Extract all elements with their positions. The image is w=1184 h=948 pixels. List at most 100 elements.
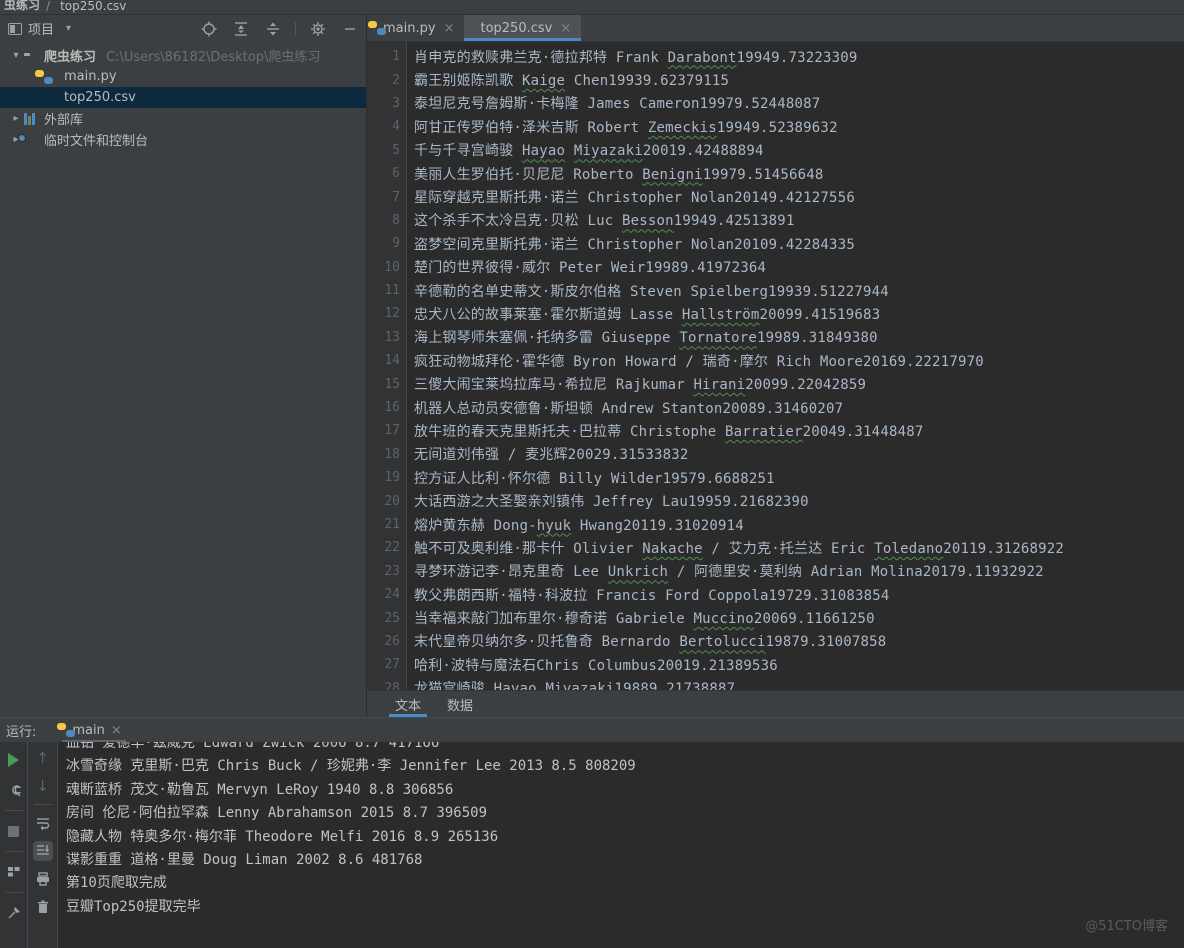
locate-file-icon[interactable]	[199, 19, 219, 39]
csv-line-text: 三傻大闹宝莱坞拉库马·希拉尼 Rajkumar Hirani20099.2204…	[414, 377, 867, 394]
csv-row[interactable]: 26 末代皇帝贝纳尔多·贝托鲁奇 Bernardo Bertolucci1987…	[367, 630, 1184, 653]
run-tab-main[interactable]: main ×	[57, 718, 127, 742]
csv-row[interactable]: 10 楚门的世界彼得·威尔 Peter Weir19989.41972364	[367, 256, 1184, 279]
csv-row[interactable]: 12 忠犬八公的故事莱塞·霍尔斯道姆 Lasse Hallström20099.…	[367, 302, 1184, 325]
close-icon[interactable]: ×	[560, 21, 571, 36]
csv-line-text: 机器人总动员安德鲁·斯坦顿 Andrew Stanton20089.314602…	[414, 400, 844, 417]
csv-row[interactable]: 2 霸王别姬陈凯歌 Kaige Chen19939.62379115	[367, 68, 1184, 91]
line-number: 27	[384, 657, 400, 673]
csv-row[interactable]: 27 哈利·波特与魔法石Chris Columbus20019.21389536	[367, 653, 1184, 676]
line-number: 12	[384, 306, 400, 322]
tab-top250-csv[interactable]: top250.csv ×	[464, 15, 582, 41]
restore-layout-icon[interactable]	[4, 862, 24, 882]
run-tab-label: main	[72, 722, 105, 738]
tab-data-view[interactable]: 数据	[447, 691, 473, 717]
project-tree-item[interactable]: top250.csv	[0, 87, 366, 108]
rerun-button[interactable]	[4, 750, 24, 770]
line-number: 13	[384, 329, 400, 345]
csv-row[interactable]: 16 机器人总动员安德鲁·斯坦顿 Andrew Stanton20089.314…	[367, 396, 1184, 419]
expand-all-icon[interactable]	[231, 19, 251, 39]
line-number: 6	[392, 166, 400, 182]
csv-row[interactable]: 15 三傻大闹宝莱坞拉库马·希拉尼 Rajkumar Hirani20099.2…	[367, 372, 1184, 395]
csv-row[interactable]: 18 无间道刘伟强 / 麦兆辉20029.31533832	[367, 443, 1184, 466]
csv-line-text: 霸王别姬陈凯歌 Kaige Chen19939.62379115	[414, 73, 730, 90]
csv-row[interactable]: 4 阿甘正传罗伯特·泽米吉斯 Robert Zemeckis19949.5238…	[367, 115, 1184, 138]
csv-line-text: 末代皇帝贝纳尔多·贝托鲁奇 Bernardo Bertolucci19879.3…	[414, 634, 887, 651]
next-occurrence-icon[interactable]: ↓	[33, 776, 53, 796]
chevron-down-icon: ▾	[66, 23, 72, 34]
csv-row[interactable]: 28 龙猫宫崎骏 Hayao Miyazaki19889.21738887	[367, 677, 1184, 690]
clear-console-icon[interactable]	[33, 897, 53, 917]
project-tool-window: 项目 ▾ ▾ 爬虫练习 C:\Users\86182\Desktop\爬虫练习 …	[0, 15, 367, 717]
console-line: 隐藏人物 特奥多尔·梅尔菲 Theodore Melfi 2016 8.9 26…	[66, 828, 499, 845]
csv-row[interactable]: 9 盗梦空间克里斯托弗·诺兰 Christopher Nolan20109.42…	[367, 232, 1184, 255]
prev-occurrence-icon[interactable]: ↑	[33, 748, 53, 768]
csv-lines: 1 肖申克的救赎弗兰克·德拉邦特 Frank Darabont19949.732…	[367, 42, 1184, 690]
tab-main-py[interactable]: main.py ×	[367, 15, 464, 41]
csv-row[interactable]: 19 控方证人比利·怀尔德 Billy Wilder19579.6688251	[367, 466, 1184, 489]
run-console-output[interactable]: 血钻 爱德华·兹威克 Edward Zwick 2006 8.7 417166 冰…	[58, 742, 1184, 948]
csv-row[interactable]: 23 寻梦环游记李·昂克里奇 Lee Unkrich / 阿德里安·莫利纳 Ad…	[367, 560, 1184, 583]
stop-button[interactable]	[4, 821, 24, 841]
tree-item-label: 外部库	[44, 113, 84, 128]
tab-text-view[interactable]: 文本	[388, 691, 428, 717]
project-tree-item[interactable]: ▸ 外部库	[0, 108, 366, 129]
tab-label: top250.csv	[480, 20, 553, 36]
csv-row[interactable]: 14 疯狂动物城拜伦·霍华德 Byron Howard / 瑞奇·摩尔 Rich…	[367, 349, 1184, 372]
settings-gear-icon[interactable]	[308, 19, 328, 39]
close-icon[interactable]: ×	[111, 723, 122, 738]
csv-line-text: 熔炉黄东赫 Dong-hyuk Hwang20119.31020914	[414, 517, 744, 534]
csv-row[interactable]: 5 千与千寻宫崎骏 Hayao Miyazaki20019.42488894	[367, 139, 1184, 162]
print-icon[interactable]	[33, 869, 53, 889]
line-number: 21	[384, 517, 400, 532]
csv-row[interactable]: 11 辛德勒的名单史蒂文·斯皮尔伯格 Steven Spielberg19939…	[367, 279, 1184, 302]
tree-item-icon	[24, 112, 42, 125]
project-tree-item[interactable]: main.py	[0, 66, 366, 87]
csv-row[interactable]: 7 星际穿越克里斯托弗·诺兰 Christopher Nolan20149.42…	[367, 185, 1184, 208]
csv-row[interactable]: 6 美丽人生罗伯托·贝尼尼 Roberto Benigni19979.51456…	[367, 162, 1184, 185]
collapse-all-icon[interactable]	[263, 19, 283, 39]
line-number: 18	[384, 446, 400, 462]
csv-view-switcher: 文本 数据	[367, 690, 1184, 717]
csv-line-text: 美丽人生罗伯托·贝尼尼 Roberto Benigni19979.5145664…	[414, 166, 824, 183]
csv-row[interactable]: 13 海上钢琴师朱塞佩·托纳多雷 Giuseppe Tornatore19989…	[367, 326, 1184, 349]
csv-row[interactable]: 25 当幸福来敲门加布里尔·穆奇诺 Gabriele Muccino20069.…	[367, 606, 1184, 629]
console-line: 冰雪奇缘 克里斯·巴克 Chris Buck / 珍妮弗·李 Jennifer …	[66, 758, 636, 775]
console-line: 谍影重重 道格·里曼 Doug Liman 2002 8.6 481768	[66, 851, 423, 868]
project-tree-item[interactable]: ▸ 临时文件和控制台	[0, 129, 366, 150]
csv-row[interactable]: 3 泰坦尼克号詹姆斯·卡梅隆 James Cameron19979.524480…	[367, 92, 1184, 115]
csv-row[interactable]: 21 熔炉黄东赫 Dong-hyuk Hwang20119.31020914	[367, 513, 1184, 536]
csv-row[interactable]: 1 肖申克的救赎弗兰克·德拉邦特 Frank Darabont19949.732…	[367, 45, 1184, 68]
breadcrumb-project[interactable]: 虫练习	[4, 0, 40, 13]
csv-line-text: 放牛班的春天克里斯托夫·巴拉蒂 Christophe Barratier2004…	[414, 423, 924, 440]
scroll-to-end-icon[interactable]	[32, 841, 53, 861]
pin-tab-icon[interactable]	[4, 903, 24, 923]
csv-row[interactable]: 20 大话西游之大圣娶亲刘镇伟 Jeffrey Lau19959.2168239…	[367, 489, 1184, 512]
console-line: 血钻 爱德华·兹威克 Edward Zwick 2006 8.7 417166	[66, 742, 440, 751]
chevron-icon[interactable]: ▸	[8, 113, 24, 124]
csv-line-text: 海上钢琴师朱塞佩·托纳多雷 Giuseppe Tornatore19989.31…	[414, 330, 878, 347]
csv-row[interactable]: 22 触不可及奥利维·那卡什 Olivier Nakache / 艾力克·托兰达…	[367, 536, 1184, 559]
csv-row[interactable]: 8 这个杀手不太冷吕克·贝松 Luc Besson19949.42513891	[367, 209, 1184, 232]
csv-line-text: 忠犬八公的故事莱塞·霍尔斯道姆 Lasse Hallström20099.415…	[414, 306, 881, 323]
csv-row[interactable]: 17 放牛班的春天克里斯托夫·巴拉蒂 Christophe Barratier2…	[367, 419, 1184, 442]
csv-line-text: 肖申克的救赎弗兰克·德拉邦特 Frank Darabont19949.73223…	[414, 49, 858, 66]
csv-row[interactable]: 24 教父弗朗西斯·福特·科波拉 Francis Ford Coppola197…	[367, 583, 1184, 606]
run-panel-header: 运行: main ×	[0, 718, 1184, 742]
csv-line-text: 这个杀手不太冷吕克·贝松 Luc Besson19949.42513891	[414, 213, 795, 230]
settings-wrench-icon[interactable]	[4, 780, 24, 800]
project-view-selector[interactable]: 项目 ▾	[8, 19, 71, 38]
close-icon[interactable]: ×	[444, 21, 455, 36]
line-number: 11	[384, 283, 400, 299]
line-number: 16	[384, 400, 400, 416]
chevron-icon[interactable]: ▾	[8, 50, 24, 61]
breadcrumb-file[interactable]: top250.csv	[60, 0, 126, 13]
hide-panel-icon[interactable]	[340, 19, 360, 39]
project-tree-item[interactable]: ▾ 爬虫练习 C:\Users\86182\Desktop\爬虫练习	[0, 45, 366, 66]
csv-line-text: 无间道刘伟强 / 麦兆辉20029.31533832	[414, 447, 689, 464]
tab-label: 数据	[447, 698, 474, 714]
soft-wrap-icon[interactable]	[33, 813, 53, 833]
run-tool-window: 运行: main × ↑ ↓ 血钻 爱德华·兹威克 Edward Zwick 2…	[0, 717, 1184, 948]
csv-editor[interactable]: 1 肖申克的救赎弗兰克·德拉邦特 Frank Darabont19949.732…	[367, 42, 1184, 690]
tree-item-label: 临时文件和控制台	[44, 134, 149, 149]
